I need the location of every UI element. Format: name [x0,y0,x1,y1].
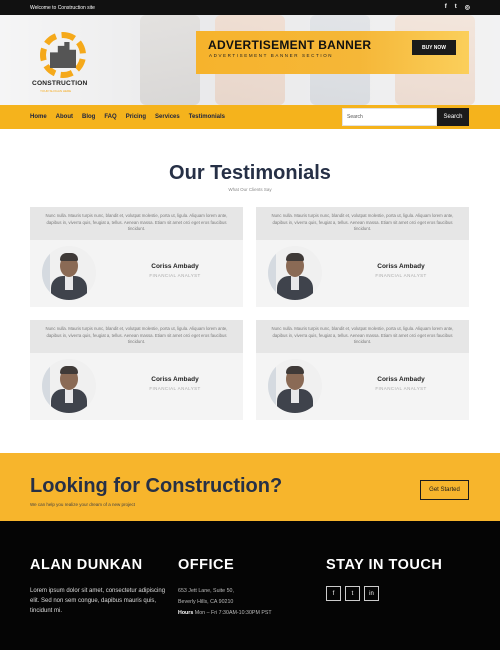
avatar-hair [286,253,304,261]
testimonial-quote: Nunc nulla. Mauris turpis nunc, blandit … [30,320,243,353]
nav-item-blog[interactable]: Blog [82,114,95,120]
avatar-shirt [291,389,299,403]
footer-office-details: 653 Jett Lane, Suite 50, Beverly Hills, … [178,586,272,619]
ad-banner-subtitle: ADVERTISEMENT BANNER SECTION [209,53,334,58]
testimonial-name: Coriss Ambady [151,263,199,270]
nav-item-faq[interactable]: FAQ [104,114,116,120]
testimonial-name: Coriss Ambady [377,263,425,270]
instagram-icon[interactable]: ◎ [465,4,470,11]
site-logo[interactable]: CONSTRUCTION YOUR SLOGAN HERE [32,32,94,102]
avatar-background [268,359,276,413]
testimonial-role: FINANCIAL ANALYST [375,386,427,391]
testimonial-card: Nunc nulla. Mauris turpis nunc, blandit … [30,320,243,420]
testimonial-card: Nunc nulla. Mauris turpis nunc, blandit … [256,207,469,307]
avatar-shirt [65,276,73,290]
main-nav: Home About Blog FAQ Pricing Services Tes… [0,105,500,129]
avatar-shirt [65,389,73,403]
twitter-icon[interactable]: t [345,586,360,601]
testimonial-name: Coriss Ambady [151,376,199,383]
testimonial-quote: Nunc nulla. Mauris turpis nunc, blandit … [256,207,469,240]
nav-item-testimonials[interactable]: Testimonials [189,114,225,120]
avatar-background [268,246,276,300]
avatar [42,359,96,413]
address-line-2: Beverly Hills, CA 90210 [178,598,234,605]
testimonial-quote: Nunc nulla. Mauris turpis nunc, blandit … [256,320,469,353]
avatar [268,359,322,413]
header-hero: CONSTRUCTION YOUR SLOGAN HERE ADVERTISEM… [0,15,500,105]
testimonial-role: FINANCIAL ANALYST [149,386,201,391]
footer: ALAN DUNKAN Lorem ipsum dolor sit amet, … [0,521,500,650]
testimonials-title: Our Testimonials [169,162,331,184]
buy-now-button[interactable]: BUY NOW [412,40,456,55]
get-started-button[interactable]: Get Started [420,480,469,500]
avatar-shirt [291,276,299,290]
footer-about-text: Lorem ipsum dolor sit amet, consectetur … [30,588,166,615]
nav-item-about[interactable]: About [56,114,73,120]
testimonial-role: FINANCIAL ANALYST [149,273,201,278]
ad-banner-title: ADVERTISEMENT BANNER [208,38,372,52]
footer-social-title: STAY IN TOUCH [326,557,443,573]
search-input[interactable]: Search [342,108,437,126]
advertisement-banner[interactable]: ADVERTISEMENT BANNER ADVERTISEMENT BANNE… [196,31,469,74]
avatar-hair [286,366,304,374]
avatar [42,246,96,300]
testimonial-quote: Nunc nulla. Mauris turpis nunc, blandit … [30,207,243,240]
nav-item-home[interactable]: Home [30,114,47,120]
avatar-background [42,359,50,413]
hours-value: Mon – Fri 7:30AM-10:30PM PST [194,609,272,616]
top-bar: Welcome to Construction site f t ◎ [0,0,500,15]
linkedin-icon[interactable]: in [364,586,379,601]
facebook-icon[interactable]: f [445,4,447,11]
cta-title: Looking for Construction? [30,475,283,497]
avatar-hair [60,366,78,374]
welcome-text: Welcome to Construction site [30,4,95,11]
twitter-icon[interactable]: t [455,4,457,11]
logo-name: CONSTRUCTION [32,80,88,87]
hours-label: Hours [178,609,194,616]
address-line-1: 653 Jett Lane, Suite 50, [178,588,234,594]
nav-item-pricing[interactable]: Pricing [126,114,146,120]
testimonial-card: Nunc nulla. Mauris turpis nunc, blandit … [256,320,469,420]
testimonial-card: Nunc nulla. Mauris turpis nunc, blandit … [30,207,243,307]
logo-tagline: YOUR SLOGAN HERE [40,89,72,93]
avatar-background [42,246,50,300]
avatar [268,246,322,300]
testimonial-name: Coriss Ambady [377,376,425,383]
nav-item-services[interactable]: Services [155,114,180,120]
testimonials-subtitle: What Our Clients Say [228,187,272,192]
footer-about-title: ALAN DUNKAN [30,557,143,573]
avatar-hair [60,253,78,261]
testimonial-role: FINANCIAL ANALYST [375,273,427,278]
search-button[interactable]: Search [437,108,469,126]
cta-section: Looking for Construction? We can help yo… [0,453,500,521]
footer-office-title: OFFICE [178,557,235,573]
cta-subtitle: We can help you realize your dream of a … [30,502,135,507]
office-hours: Hours Mon – Fri 7:30AM-10:30PM PST [178,608,272,619]
top-social-links: f t ◎ [445,4,470,11]
facebook-icon[interactable]: f [326,586,341,601]
